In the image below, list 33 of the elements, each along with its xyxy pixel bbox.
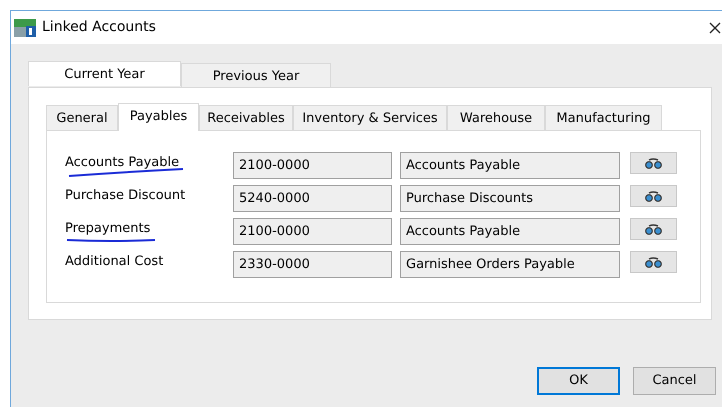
tab[interactable]: Current Year [28, 61, 181, 86]
close-icon[interactable] [709, 22, 721, 34]
account-field[interactable]: 2100-0000 [233, 218, 392, 245]
binoculars-icon [644, 190, 663, 202]
dialog-button[interactable]: OK [537, 367, 620, 395]
account-name-field[interactable]: Purchase Discounts [400, 185, 620, 212]
search-button[interactable] [630, 152, 677, 174]
account-name-field[interactable]: Accounts Payable [400, 218, 620, 245]
tab[interactable]: Previous Year [181, 63, 331, 87]
tab[interactable]: Payables [118, 103, 199, 131]
field-label: Additional Cost [65, 254, 164, 269]
account-name-field[interactable]: Accounts Payable [400, 152, 620, 179]
window-title: Linked Accounts [42, 18, 156, 37]
binoculars-icon [644, 158, 663, 168]
search-button[interactable] [630, 218, 677, 240]
binoculars-icon [644, 224, 663, 234]
account-field[interactable]: 5240-0000 [233, 185, 392, 212]
account-name-field[interactable]: Garnishee Orders Payable [400, 251, 620, 278]
search-button[interactable] [630, 251, 677, 273]
tab[interactable]: Manufacturing [545, 105, 662, 130]
field-label: Purchase Discount [65, 188, 186, 203]
field-label: Accounts Payable [65, 155, 180, 170]
tab[interactable]: Warehouse [447, 105, 545, 130]
field-label: Prepayments [65, 221, 150, 236]
search-button[interactable] [630, 185, 677, 207]
dialog-button[interactable]: Cancel [633, 367, 716, 395]
account-field[interactable]: 2100-0000 [233, 152, 392, 179]
binoculars-icon [644, 256, 663, 268]
account-field[interactable]: 2330-0000 [233, 251, 392, 278]
app-icon [14, 18, 36, 36]
tab[interactable]: Inventory & Services [293, 105, 447, 130]
tab[interactable]: Receivables [199, 105, 293, 130]
tab[interactable]: General [46, 105, 118, 130]
